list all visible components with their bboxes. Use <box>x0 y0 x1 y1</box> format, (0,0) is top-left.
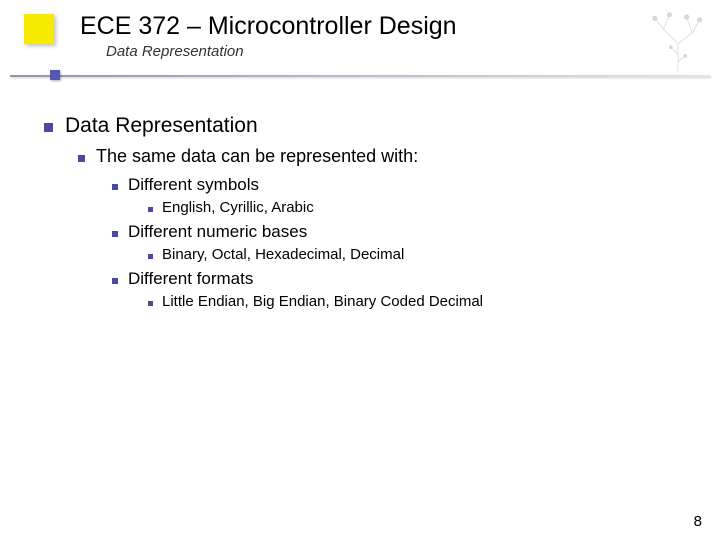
bullet-icon <box>112 184 118 190</box>
bullet-level-3: Different numeric bases <box>112 222 720 242</box>
bullet-text: Different symbols <box>128 175 259 195</box>
bullet-icon <box>112 278 118 284</box>
bullet-icon <box>112 231 118 237</box>
title-row: ECE 372 – Microcontroller Design Data Re… <box>24 12 720 60</box>
bullet-icon <box>148 207 153 212</box>
bullet-level-2: The same data can be represented with: <box>78 146 720 167</box>
bullet-icon <box>148 301 153 306</box>
content: Data Representation The same data can be… <box>44 114 720 310</box>
page-subtitle: Data Representation <box>106 43 720 60</box>
divider-line <box>10 75 710 77</box>
bullet-level-4: Binary, Octal, Hexadecimal, Decimal <box>148 246 720 263</box>
bullet-level-4: English, Cyrillic, Arabic <box>148 199 720 216</box>
header-rule <box>0 72 720 80</box>
bullet-text: The same data can be represented with: <box>96 146 418 167</box>
bullet-text: English, Cyrillic, Arabic <box>162 199 314 216</box>
header: ECE 372 – Microcontroller Design Data Re… <box>0 0 720 80</box>
bullet-level-1: Data Representation <box>44 114 720 138</box>
bullet-level-3: Different symbols <box>112 175 720 195</box>
bullet-text: Different formats <box>128 269 253 289</box>
bullet-level-3: Different formats <box>112 269 720 289</box>
accent-block <box>24 14 54 44</box>
bullet-text: Data Representation <box>65 114 258 138</box>
bullet-icon <box>78 155 85 162</box>
bullet-text: Different numeric bases <box>128 222 307 242</box>
bullet-text: Little Endian, Big Endian, Binary Coded … <box>162 293 483 310</box>
page-number: 8 <box>694 513 702 530</box>
page-title: ECE 372 – Microcontroller Design <box>80 12 720 41</box>
bullet-icon <box>44 123 53 132</box>
bullet-text: Binary, Octal, Hexadecimal, Decimal <box>162 246 404 263</box>
bullet-icon <box>148 254 153 259</box>
slide: ECE 372 – Microcontroller Design Data Re… <box>0 0 720 540</box>
divider-accent-square <box>50 70 60 80</box>
bullet-level-4: Little Endian, Big Endian, Binary Coded … <box>148 293 720 310</box>
